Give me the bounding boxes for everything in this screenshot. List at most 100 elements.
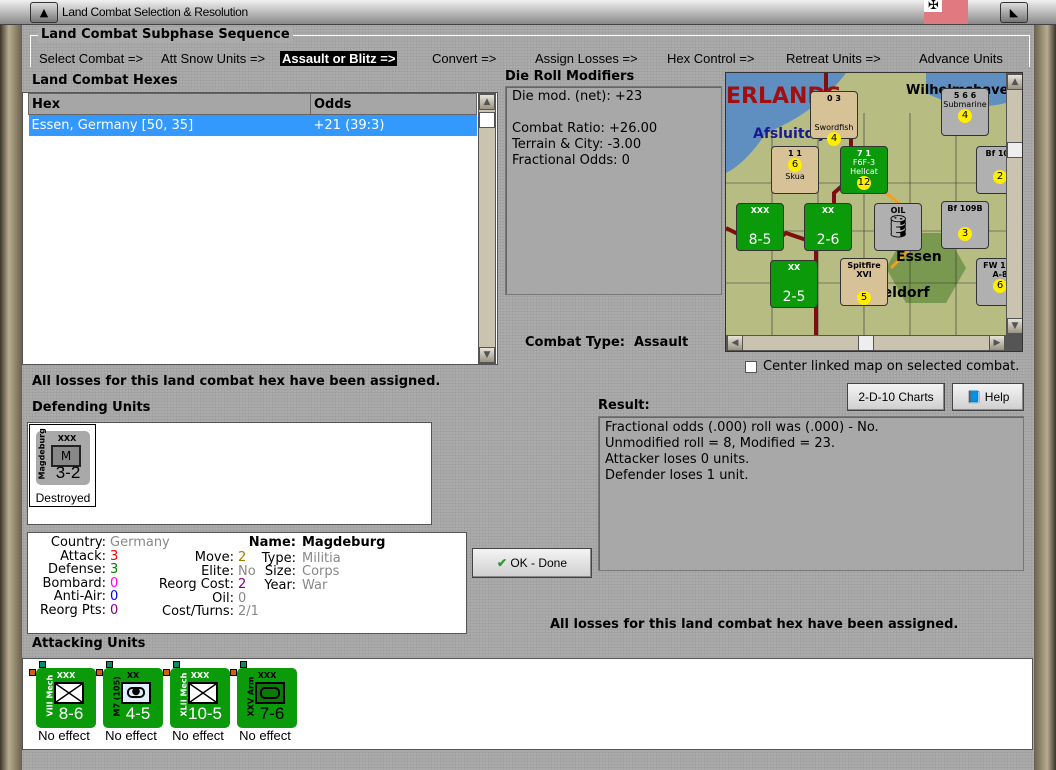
status-dot-icon <box>96 669 103 676</box>
map-counter-swordfish[interactable]: 0 3 Swordfish 4 <box>810 91 858 146</box>
map-counter-spitfire[interactable]: Spitfire XVI 5 <box>840 258 888 306</box>
linked-map[interactable]: ERLANDS Afsluitdijk Wilhelmshaven Essen … <box>725 72 1023 352</box>
unit-symbol: ● <box>121 682 151 704</box>
die-roll-modifiers-box: Die mod. (net): +23 Combat Ratio: +26.00… <box>505 86 722 295</box>
counter-circle: 3 <box>958 227 972 241</box>
unit-strength: 3-2 <box>55 463 81 482</box>
map-counter-submarine[interactable]: 5 6 6 Submarine 4 <box>941 88 989 136</box>
unit-result: No effect <box>239 728 291 743</box>
counter-strength: 2-5 <box>782 289 806 305</box>
ok-label: OK - Done <box>510 556 568 570</box>
ok-done-button[interactable]: ✔ OK - Done <box>472 548 592 578</box>
unit-result: No effect <box>38 728 90 743</box>
attacking-unit[interactable]: XXX XXV Arm 7-6 No effect <box>230 661 300 747</box>
unit-symbol: M <box>60 449 72 463</box>
combat-type: Combat Type: Assault <box>525 335 689 350</box>
map-land-counter[interactable]: XX 2-5 <box>770 260 818 308</box>
result-line: Unmodified roll = 8, Modified = 23. <box>605 436 836 451</box>
unit-info-box: Country: Germany Attack: 3 Defense: 3 Bombard:… <box>27 532 467 634</box>
info-label: Year: <box>264 577 296 593</box>
info-name-value: Magdeburg <box>302 535 386 550</box>
attacking-unit[interactable]: XX M7 (105) ● 4-5 No effect <box>96 661 166 747</box>
help-button[interactable]: 📘 Help <box>952 383 1024 411</box>
center-map-checkbox[interactable] <box>745 361 757 373</box>
artillery-symbol-icon: ● <box>127 687 145 698</box>
table-row[interactable]: Essen, Germany [50, 35] +21 (39:3) <box>28 114 477 136</box>
counter-name: Bf 109B <box>947 204 983 213</box>
attacking-unit[interactable]: XXX XLII Mech 10-5 No effect <box>163 661 233 747</box>
armor-symbol-icon <box>260 687 280 699</box>
attacking-units-title: Attacking Units <box>32 636 146 651</box>
combat-ratio: Combat Ratio: +26.00 <box>512 121 658 136</box>
counter-size: XX <box>821 206 835 215</box>
hexes-scrollbar[interactable]: ▲ ▼ <box>478 93 496 364</box>
help-book-icon: 📘 <box>966 390 982 404</box>
result-title: Result: <box>598 398 650 413</box>
info-value: War <box>302 577 328 593</box>
scroll-up-icon[interactable]: ▲ <box>479 94 495 110</box>
unit-counter: XXX VIII Mech 8-6 <box>36 668 96 728</box>
map-label: Essen <box>896 249 942 265</box>
scroll-up-icon[interactable]: ▲ <box>1007 74 1022 90</box>
unit-result: Destroyed <box>35 491 91 505</box>
help-label: Help <box>984 390 1010 404</box>
counter-circle: 5 <box>857 291 871 305</box>
counter-values: 0 3 <box>827 94 841 103</box>
status-dot-icon <box>29 669 36 676</box>
counter-size: XX <box>787 263 801 272</box>
map-counter-hellcat[interactable]: 7 1 F6F-3 Hellcat 12 <box>840 146 888 194</box>
counter-circle: 6 <box>993 279 1007 293</box>
unit-strength: 8-6 <box>58 704 84 723</box>
scroll-thumb[interactable] <box>858 335 874 351</box>
maximize-icon: ◣ <box>1009 6 1019 19</box>
status-dot-icon <box>106 661 113 668</box>
unit-result: No effect <box>105 728 157 743</box>
hex-cell: Essen, Germany [50, 35] <box>31 117 194 133</box>
scroll-thumb[interactable] <box>479 112 495 128</box>
map-counter-bf109b[interactable]: Bf 109B 3 <box>941 201 989 249</box>
column-header-odds[interactable]: Odds <box>310 93 477 115</box>
odds-cell: +21 (39:3) <box>313 117 385 133</box>
minimize-icon: ▲ <box>39 6 49 19</box>
counter-strength: 8-5 <box>748 232 772 248</box>
counter-name: Spitfire XVI <box>847 261 881 279</box>
step-hex-control: Hex Control => <box>667 51 755 66</box>
counter-size: XXX <box>750 206 770 215</box>
step-select-combat: Select Combat => <box>39 51 144 66</box>
column-header-hex[interactable]: Hex <box>28 93 311 115</box>
step-advance-units: Advance Units <box>919 51 1003 66</box>
status-dot-icon <box>240 661 247 668</box>
counter-strength: 2-6 <box>816 232 840 248</box>
defending-units-title: Defending Units <box>32 400 151 415</box>
status-dot-icon <box>230 669 237 676</box>
infantry-symbol-icon <box>189 683 217 703</box>
unit-symbol <box>54 682 84 704</box>
map-vertical-scrollbar[interactable]: ▲ ▼ <box>1006 73 1022 335</box>
scroll-left-icon[interactable]: ◀ <box>727 335 743 351</box>
map-horizontal-scrollbar[interactable]: ◀ ▶ <box>726 335 1006 351</box>
die-roll-modifiers-title: Die Roll Modifiers <box>505 69 635 84</box>
scroll-right-icon[interactable]: ▶ <box>989 335 1005 351</box>
minimize-button[interactable]: ▲ <box>30 2 58 23</box>
scroll-down-icon[interactable]: ▼ <box>1007 318 1022 334</box>
unit-strength: 4-5 <box>125 704 151 723</box>
counter-values: 1 1 <box>788 149 802 158</box>
map-land-counter[interactable]: XX 2-6 <box>804 203 852 251</box>
scroll-thumb[interactable] <box>1007 142 1022 158</box>
subphase-sequence-title: Land Combat Subphase Sequence <box>38 27 293 42</box>
attacking-unit[interactable]: XXX VIII Mech 8-6 No effect <box>29 661 99 747</box>
charts-button[interactable]: 2-D-10 Charts <box>847 383 945 411</box>
result-line: Defender loses 1 unit. <box>605 468 749 483</box>
step-convert: Convert => <box>432 51 497 66</box>
map-land-counter[interactable]: XXX 8-5 <box>736 203 784 251</box>
oil-target-hex-icon[interactable]: OIL 🛢 <box>874 203 922 251</box>
german-flag-icon <box>924 0 968 24</box>
defending-unit[interactable]: XXX Magdeburg M 3-2 Destroyed <box>29 424 96 507</box>
map-counter-skua[interactable]: 1 1 6 Skua <box>771 146 819 194</box>
oil-label: OIL <box>890 206 906 215</box>
maximize-button[interactable]: ◣ <box>1000 2 1028 23</box>
window-frame-left <box>0 25 22 770</box>
counter-name: Skua <box>785 172 805 181</box>
status-dot-icon <box>163 669 170 676</box>
scroll-down-icon[interactable]: ▼ <box>479 347 495 363</box>
